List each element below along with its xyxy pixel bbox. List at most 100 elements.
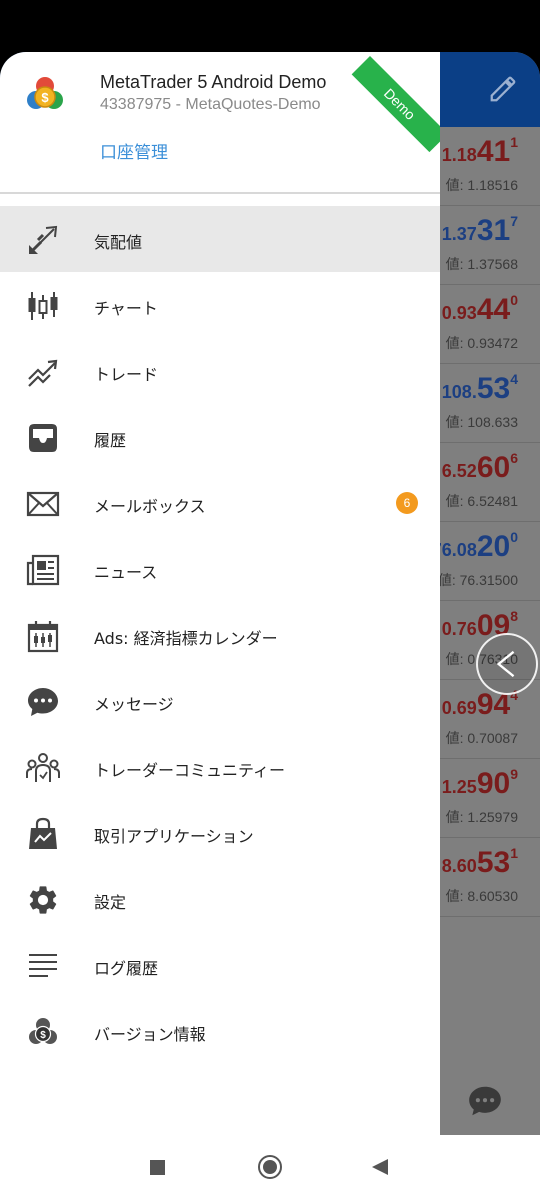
trade-trend-icon bbox=[28, 359, 58, 387]
menu-item-label: ニュース bbox=[94, 563, 158, 582]
menu-item-history[interactable]: 履歴 bbox=[0, 404, 440, 470]
quote-price: 1.25909 bbox=[441, 766, 518, 801]
price-big-digits: 44 bbox=[476, 293, 511, 326]
price-last-digit: 1 bbox=[510, 845, 518, 861]
price-prefix: 1.37 bbox=[441, 224, 477, 244]
price-prefix: 0.93 bbox=[441, 303, 477, 323]
calendar-icon bbox=[27, 621, 59, 653]
menu-item-news[interactable]: ニュース bbox=[0, 536, 440, 602]
price-last-digit: 9 bbox=[510, 766, 518, 782]
drawer-menu: 気配値 チャート トレード 履歴 メールボックス 6 ニュース Ads: 経済指… bbox=[0, 206, 440, 1064]
menu-item-trade[interactable]: トレード bbox=[0, 338, 440, 404]
price-big-digits: 41 bbox=[476, 135, 511, 168]
quote-subprice: 値: 1.18516 bbox=[445, 177, 518, 193]
price-last-digit: 8 bbox=[510, 608, 518, 624]
menu-item-label: トレード bbox=[94, 365, 159, 384]
menu-item-label: Ads: 経済指標カレンダー bbox=[94, 629, 278, 648]
price-big-digits: 31 bbox=[476, 214, 511, 247]
quote-subprice: 値: 8.60530 bbox=[445, 888, 518, 904]
community-people-icon bbox=[26, 753, 60, 782]
quote-price: 8.60531 bbox=[441, 845, 518, 880]
quote-subprice: 値: 108.633 bbox=[445, 414, 518, 430]
about-logo-icon: $ bbox=[29, 1018, 57, 1044]
account-management-link[interactable]: 口座管理 bbox=[100, 138, 168, 163]
menu-item-label: 履歴 bbox=[94, 431, 127, 450]
price-prefix: 6.52 bbox=[441, 461, 477, 481]
menu-item-label: チャート bbox=[94, 299, 158, 318]
quote-price: 1.37317 bbox=[441, 213, 518, 248]
quote-price: 1.18411 bbox=[441, 134, 518, 169]
price-last-digit: 4 bbox=[510, 371, 518, 387]
account-number: 43387975 - MetaQuotes-Demo bbox=[100, 96, 321, 113]
menu-item-label: メッセージ bbox=[94, 695, 174, 714]
quote-price: 108.534 bbox=[441, 371, 518, 406]
menu-item-trading-apps[interactable]: 取引アプリケーション bbox=[0, 800, 440, 866]
menu-item-trader-community[interactable]: トレーダーコミュニティー bbox=[0, 734, 440, 800]
menu-item-label: 設定 bbox=[94, 893, 127, 912]
menu-item-messages[interactable]: メッセージ bbox=[0, 668, 440, 734]
svg-text:$: $ bbox=[40, 1030, 46, 1041]
menu-item-label: メールボックス bbox=[94, 497, 206, 516]
quote-subprice: 値: 6.52481 bbox=[445, 493, 518, 509]
price-prefix: 1.18 bbox=[441, 145, 477, 165]
drawer-close-handle[interactable] bbox=[476, 633, 538, 695]
price-prefix: 1.25 bbox=[441, 777, 477, 797]
mail-envelope-icon bbox=[26, 491, 60, 517]
newspaper-icon bbox=[26, 554, 60, 586]
menu-item-chart[interactable]: チャート bbox=[0, 272, 440, 338]
price-prefix: 8.60 bbox=[441, 856, 477, 876]
log-lines-icon bbox=[29, 954, 57, 977]
price-big-digits: 53 bbox=[476, 846, 511, 879]
price-big-digits: 53 bbox=[476, 372, 511, 405]
price-last-digit: 0 bbox=[510, 529, 518, 545]
menu-item-label: 気配値 bbox=[94, 233, 143, 252]
navigation-drawer: Demo $ MetaTrader 5 Android Demo 4338797… bbox=[0, 52, 440, 1135]
chevron-left-icon bbox=[496, 650, 515, 678]
quote-subprice: 値: 76.31500 bbox=[437, 572, 518, 588]
price-last-digit: 7 bbox=[510, 213, 518, 229]
menu-item-log-history[interactable]: ログ履歴 bbox=[0, 932, 440, 998]
menu-item-settings[interactable]: 設定 bbox=[0, 866, 440, 932]
history-tray-icon bbox=[29, 424, 57, 452]
drawer-divider bbox=[0, 192, 440, 194]
menu-item-mailbox[interactable]: メールボックス 6 bbox=[0, 470, 440, 536]
recent-apps-icon[interactable] bbox=[150, 1160, 165, 1175]
price-big-digits: 60 bbox=[476, 451, 511, 484]
price-prefix: 0.76 bbox=[441, 619, 477, 639]
metatrader-logo-icon: $ bbox=[27, 77, 63, 109]
menu-item-label: バージョン情報 bbox=[94, 1025, 206, 1044]
quote-subprice: 値: 1.37568 bbox=[445, 256, 518, 272]
price-big-digits: 90 bbox=[476, 767, 511, 800]
quote-price: 76.08200 bbox=[432, 529, 518, 564]
quote-subprice: 値: 0.70087 bbox=[445, 730, 518, 746]
unread-count-badge: 6 bbox=[396, 492, 418, 514]
quote-price: 0.93440 bbox=[441, 292, 518, 327]
home-icon[interactable] bbox=[258, 1155, 282, 1179]
account-name: MetaTrader 5 Android Demo bbox=[100, 72, 327, 92]
quote-price: 6.52606 bbox=[441, 450, 518, 485]
price-prefix: 108. bbox=[441, 382, 477, 402]
menu-item-about[interactable]: $ バージョン情報 bbox=[0, 998, 440, 1064]
price-big-digits: 20 bbox=[476, 530, 511, 563]
price-prefix: 0.69 bbox=[441, 698, 477, 718]
quote-subprice: 値: 0.93472 bbox=[445, 335, 518, 351]
demo-ribbon: Demo bbox=[351, 56, 440, 153]
quotes-arrows-icon bbox=[28, 225, 58, 255]
menu-item-quotes[interactable]: 気配値 bbox=[0, 206, 440, 272]
menu-item-label: ログ履歴 bbox=[94, 959, 159, 978]
menu-item-label: トレーダーコミュニティー bbox=[94, 761, 286, 780]
chat-bubble-icon bbox=[28, 688, 58, 716]
price-last-digit: 1 bbox=[510, 134, 518, 150]
gear-icon bbox=[29, 886, 57, 914]
menu-item-economic-calendar[interactable]: Ads: 経済指標カレンダー bbox=[0, 602, 440, 668]
price-last-digit: 6 bbox=[510, 450, 518, 466]
menu-item-label: 取引アプリケーション bbox=[94, 827, 254, 846]
svg-text:$: $ bbox=[41, 90, 49, 105]
shopping-bag-icon bbox=[29, 817, 57, 849]
back-icon[interactable] bbox=[372, 1159, 388, 1175]
price-last-digit: 0 bbox=[510, 292, 518, 308]
chat-fab-icon[interactable] bbox=[466, 1082, 504, 1120]
system-navigation-bar bbox=[0, 1135, 540, 1200]
quote-subprice: 値: 1.25979 bbox=[445, 809, 518, 825]
edit-pencil-icon[interactable] bbox=[488, 74, 518, 104]
